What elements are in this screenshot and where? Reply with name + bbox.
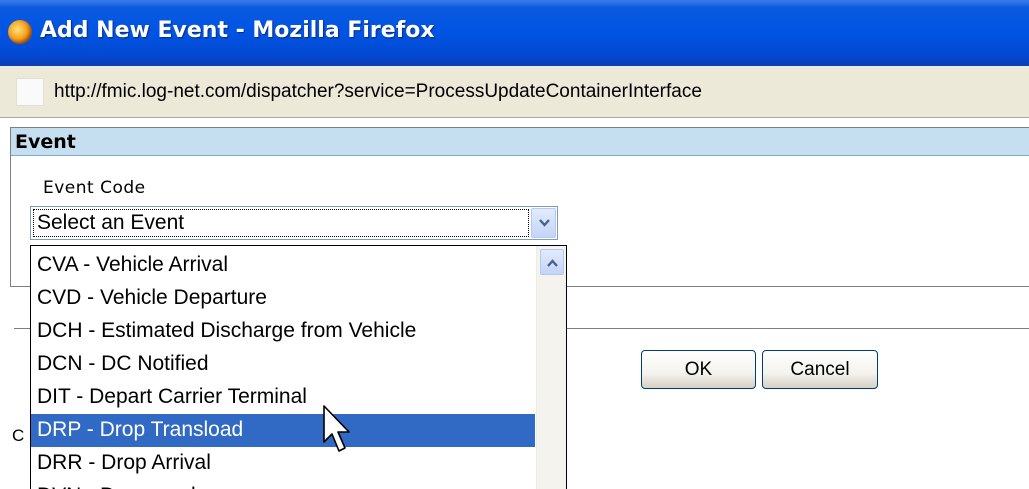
event-code-dropdown-list[interactable]: CVA - Vehicle Arrival CVD - Vehicle Depa… <box>30 245 567 489</box>
option-dch[interactable]: DCH - Estimated Discharge from Vehicle <box>31 315 535 348</box>
scroll-up-button[interactable] <box>540 249 564 275</box>
address-url: http://fmic.log-net.com/dispatcher?servi… <box>54 81 702 102</box>
option-dit[interactable]: DIT - Depart Carrier Terminal <box>31 381 535 414</box>
partial-label: C <box>12 426 25 445</box>
event-panel-header: Event <box>11 128 1029 156</box>
event-code-selected-value: Select an Event <box>33 209 529 237</box>
option-cva[interactable]: CVA - Vehicle Arrival <box>31 249 535 282</box>
address-bar: http://fmic.log-net.com/dispatcher?servi… <box>0 66 1029 118</box>
event-panel-title: Event <box>15 131 76 153</box>
option-dcn[interactable]: DCN - DC Notified <box>31 348 535 381</box>
option-dvn[interactable]: DVN - Devanned <box>31 480 535 489</box>
firefox-icon <box>8 20 32 44</box>
chevron-up-icon <box>547 259 558 267</box>
cancel-button[interactable]: Cancel <box>762 350 878 389</box>
dropdown-options: CVA - Vehicle Arrival CVD - Vehicle Depa… <box>31 249 535 489</box>
event-code-label: Event Code <box>43 178 146 198</box>
window-title-bar[interactable]: Add New Event - Mozilla Firefox <box>0 0 1029 66</box>
event-code-dropdown-button[interactable] <box>531 208 556 238</box>
option-cvd[interactable]: CVD - Vehicle Departure <box>31 282 535 315</box>
mouse-pointer-icon <box>323 405 350 452</box>
option-drp[interactable]: DRP - Drop Transload <box>31 414 535 447</box>
option-drr[interactable]: DRR - Drop Arrival <box>31 447 535 480</box>
site-favicon-icon <box>16 78 44 106</box>
dropdown-scrollbar[interactable] <box>536 246 566 489</box>
event-code-select[interactable]: Select an Event <box>30 206 558 240</box>
chevron-down-icon <box>539 219 550 227</box>
window-title: Add New Event - Mozilla Firefox <box>40 18 435 43</box>
ok-button[interactable]: OK <box>641 350 756 389</box>
